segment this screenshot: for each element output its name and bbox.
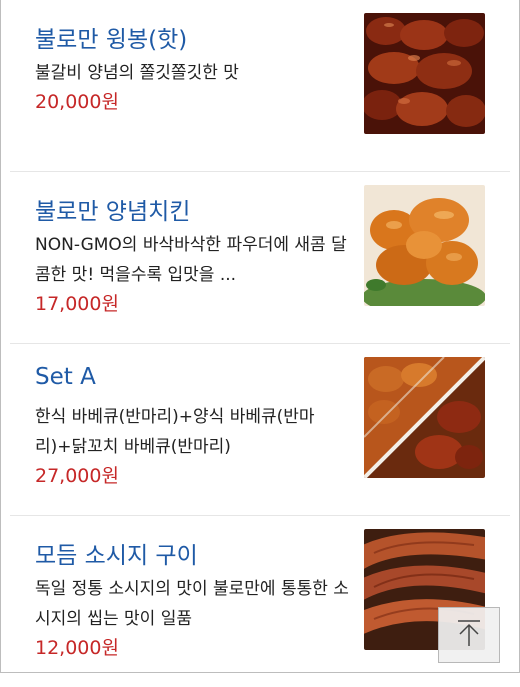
menu-item-description: NON-GMO의 바삭바삭한 파우더에 새콤 달콤한 맛! 먹을수록 입맛을 .…: [35, 235, 347, 285]
menu-item[interactable]: 모듬 소시지 구이 독일 정통 소시지의 맛이 불로만에 통통한 소시지의 씹는…: [10, 516, 510, 687]
scroll-to-top-button[interactable]: [438, 607, 500, 663]
menu-item[interactable]: Set A 한식 바베큐(반마리)+양식 바베큐(반마리)+닭꼬치 바베큐(반마…: [10, 344, 510, 516]
arrow-up-icon: [456, 618, 482, 652]
menu-item[interactable]: 불로만 양념치킨 NON-GMO의 바삭바삭한 파우더에 새콤 달콤한 맛! 먹…: [10, 172, 510, 344]
menu-item-name: 모듬 소시지 구이: [35, 543, 198, 569]
menu-item-name: Set A: [35, 364, 96, 390]
menu-item-price: 17,000원: [35, 293, 119, 315]
menu-item-description: 한식 바베큐(반마리)+양식 바베큐(반마리)+닭꼬치 바베큐(반마리): [35, 407, 315, 457]
menu-item-name: 불로만 윙봉(핫): [35, 27, 188, 53]
menu-item-description: 불갈비 양념의 쫄깃쫄깃한 맛: [35, 63, 239, 83]
spicy-wings-photo[interactable]: [364, 13, 485, 134]
menu-item-name: 불로만 양념치킨: [35, 199, 191, 225]
menu-item-price: 12,000원: [35, 637, 119, 659]
menu-item[interactable]: 불로만 윙봉(핫) 불갈비 양념의 쫄깃쫄깃한 맛 20,000원: [10, 0, 510, 172]
menu-item-price: 27,000원: [35, 465, 119, 487]
menu-list: 불로만 윙봉(핫) 불갈비 양념의 쫄깃쫄깃한 맛 20,000원 불로만 양념: [10, 0, 510, 687]
fried-chicken-photo[interactable]: [364, 185, 485, 306]
set-a-photo[interactable]: [364, 357, 485, 478]
menu-item-description: 독일 정통 소시지의 맛이 불로만에 통통한 소시지의 씹는 맛이 일품: [35, 579, 349, 629]
menu-item-price: 20,000원: [35, 91, 119, 113]
